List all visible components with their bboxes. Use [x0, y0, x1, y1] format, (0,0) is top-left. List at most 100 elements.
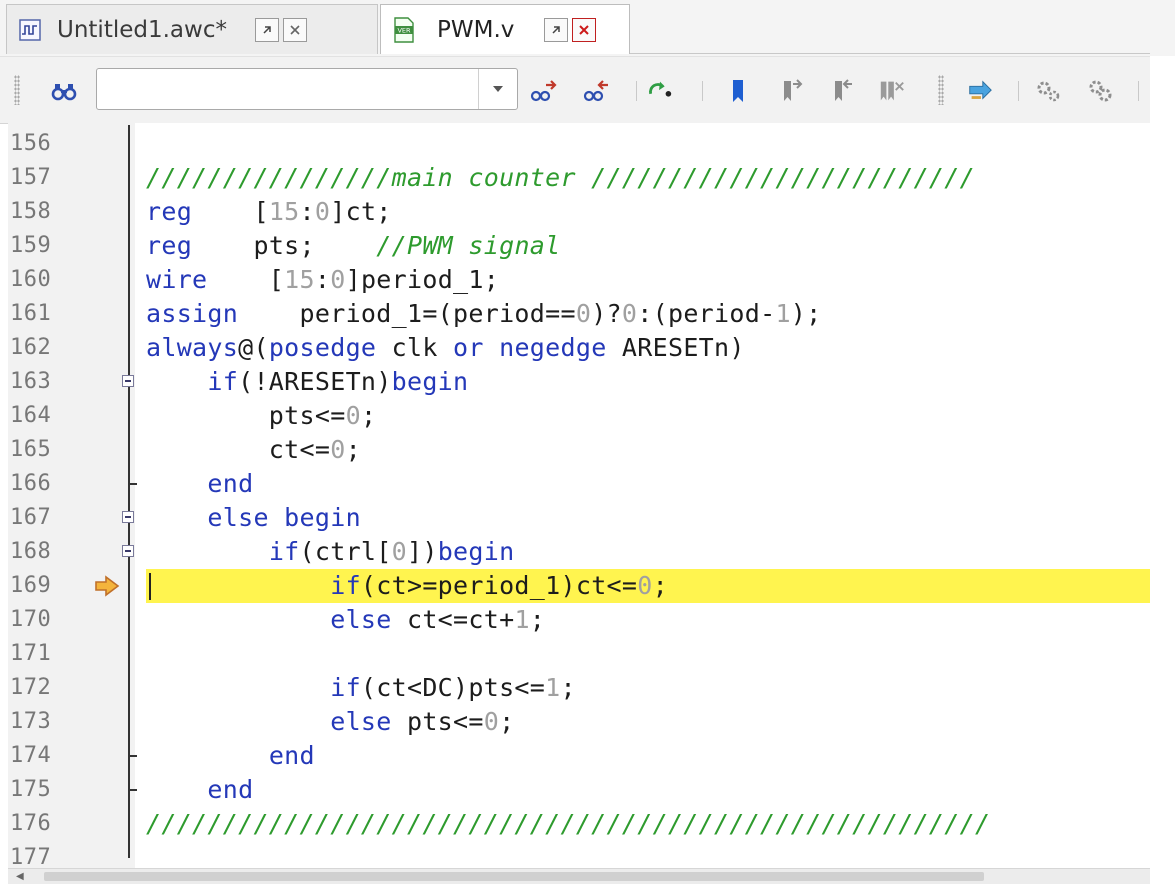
- toolbar-grip[interactable]: [938, 75, 944, 105]
- code-text: ct<=0;: [146, 433, 361, 467]
- code-editor[interactable]: 156 157 ////////////////main counter /////…: [8, 123, 1150, 868]
- code-token: pts<=: [146, 401, 346, 430]
- float-tab-button[interactable]: [544, 17, 569, 42]
- settings-2-icon[interactable]: [1086, 77, 1114, 105]
- code-token: pts<=: [391, 707, 484, 736]
- code-line[interactable]: 160 wire [15:0]period_1;: [8, 263, 1150, 297]
- keyword-token: if: [207, 367, 239, 396]
- code-token: );: [790, 299, 822, 328]
- tab-label: PWM.v: [437, 16, 515, 43]
- keyword-token: assign: [146, 299, 239, 328]
- line-number: 173: [10, 709, 52, 734]
- code-token: ;: [652, 571, 668, 600]
- code-text: always@(posedge clk or negedge ARESETn): [146, 331, 745, 365]
- code-line[interactable]: 161 assign period_1=(period==0)?0:(period…: [8, 297, 1150, 331]
- binoculars-icon[interactable]: [50, 77, 78, 105]
- toolbar-separator: [1018, 81, 1019, 101]
- tab-pwm-v[interactable]: VER PWM.v: [380, 4, 630, 54]
- horizontal-scrollbar[interactable]: ◀: [8, 868, 1150, 884]
- tab-untitled1-awc[interactable]: Untitled1.awc*: [6, 4, 378, 54]
- code-text: assign period_1=(period==0)?0:(period-1)…: [146, 297, 822, 331]
- close-tab-button[interactable]: [282, 17, 307, 42]
- find-next-icon[interactable]: [530, 77, 558, 105]
- dropdown-arrow-icon[interactable]: [478, 69, 517, 109]
- keyword-token: wire: [146, 265, 208, 294]
- line-number: 174: [10, 743, 52, 768]
- code-line[interactable]: 159 reg pts; //PWM signal: [8, 229, 1150, 263]
- code-line[interactable]: 176 /////////////////////////////////////…: [8, 807, 1150, 841]
- code-text: if(ct>=period_1)ct<=0;: [146, 569, 668, 603]
- close-tab-button[interactable]: [572, 17, 597, 42]
- toolbar-separator: [636, 81, 637, 101]
- code-line[interactable]: 156: [8, 127, 1150, 161]
- keyword-token: posedge: [268, 333, 377, 362]
- search-combo[interactable]: [96, 68, 518, 110]
- code-token: ;: [560, 673, 576, 702]
- code-line[interactable]: 169 if(ct>=period_1)ct<=0;: [8, 569, 1150, 603]
- code-token: [: [192, 197, 269, 226]
- code-line[interactable]: 162 always@(posedge clk or negedge ARESET…: [8, 331, 1150, 365]
- line-number: 158: [10, 199, 52, 224]
- clear-bookmarks-icon[interactable]: [878, 77, 906, 105]
- code-line[interactable]: 165 ct<=0;: [8, 433, 1150, 467]
- tab-label: Untitled1.awc*: [57, 16, 227, 43]
- find-previous-icon[interactable]: [583, 77, 611, 105]
- line-number: 172: [10, 675, 52, 700]
- number-token: 0: [391, 537, 407, 566]
- execution-point-arrow-icon[interactable]: [94, 575, 120, 597]
- bookmark-icon[interactable]: [724, 77, 752, 105]
- code-line[interactable]: 171: [8, 637, 1150, 671]
- settings-icon[interactable]: [1034, 77, 1062, 105]
- code-text: reg pts; //PWM signal: [146, 229, 561, 263]
- code-line[interactable]: 177: [8, 841, 1150, 868]
- line-number: 166: [10, 471, 52, 496]
- step-into-icon[interactable]: [966, 77, 994, 105]
- number-token: 0: [483, 707, 500, 736]
- number-token: 0: [637, 571, 653, 600]
- toolbar-grip[interactable]: [14, 75, 20, 105]
- code-token: ]ct;: [330, 197, 392, 226]
- code-token: ct<=: [146, 435, 331, 464]
- number-token: 0: [330, 435, 346, 464]
- keyword-token: reg: [146, 231, 193, 260]
- fold-end-marker: [129, 789, 137, 791]
- scroll-left-icon[interactable]: ◀: [16, 871, 24, 882]
- code-line[interactable]: 163 if(!ARESETn)begin: [8, 365, 1150, 399]
- number-token: 0: [345, 401, 361, 430]
- search-input[interactable]: [101, 72, 475, 108]
- comment-token: ////////////////main counter ///////////…: [146, 163, 975, 192]
- code-line[interactable]: 170 else ct<=ct+1;: [8, 603, 1150, 637]
- code-line[interactable]: 175 end: [8, 773, 1150, 807]
- code-line[interactable]: 164 pts<=0;: [8, 399, 1150, 433]
- code-line[interactable]: 158 reg [15:0]ct;: [8, 195, 1150, 229]
- code-text: end: [146, 467, 253, 501]
- code-line[interactable]: 167 else begin: [8, 501, 1150, 535]
- code-line[interactable]: 174 end: [8, 739, 1150, 773]
- code-token: (ct<DC)pts<=: [360, 673, 546, 702]
- fold-end-marker: [129, 755, 137, 757]
- comment-token: //PWM signal: [376, 231, 561, 260]
- tab-strip-border: [630, 53, 1150, 54]
- code-line[interactable]: 157 ////////////////main counter ////////…: [8, 161, 1150, 195]
- code-line[interactable]: 173 else pts<=0;: [8, 705, 1150, 739]
- code-line[interactable]: 168 if(ctrl[0])begin: [8, 535, 1150, 569]
- code-line[interactable]: 166 end: [8, 467, 1150, 501]
- fold-toggle-icon[interactable]: [122, 545, 134, 557]
- float-tab-button[interactable]: [254, 17, 279, 42]
- previous-bookmark-icon[interactable]: [829, 77, 857, 105]
- goto-execution-point-icon[interactable]: [646, 77, 674, 105]
- code-token: :(period-: [637, 299, 776, 328]
- scrollbar-thumb[interactable]: [44, 872, 984, 881]
- keyword-token: if: [268, 537, 300, 566]
- code-line[interactable]: 172 if(ct<DC)pts<=1;: [8, 671, 1150, 705]
- search-toolbar: [0, 56, 1150, 124]
- next-bookmark-icon[interactable]: [778, 77, 806, 105]
- fold-toggle-icon[interactable]: [122, 511, 134, 523]
- keyword-token: begin: [391, 367, 469, 396]
- fold-toggle-icon[interactable]: [122, 375, 134, 387]
